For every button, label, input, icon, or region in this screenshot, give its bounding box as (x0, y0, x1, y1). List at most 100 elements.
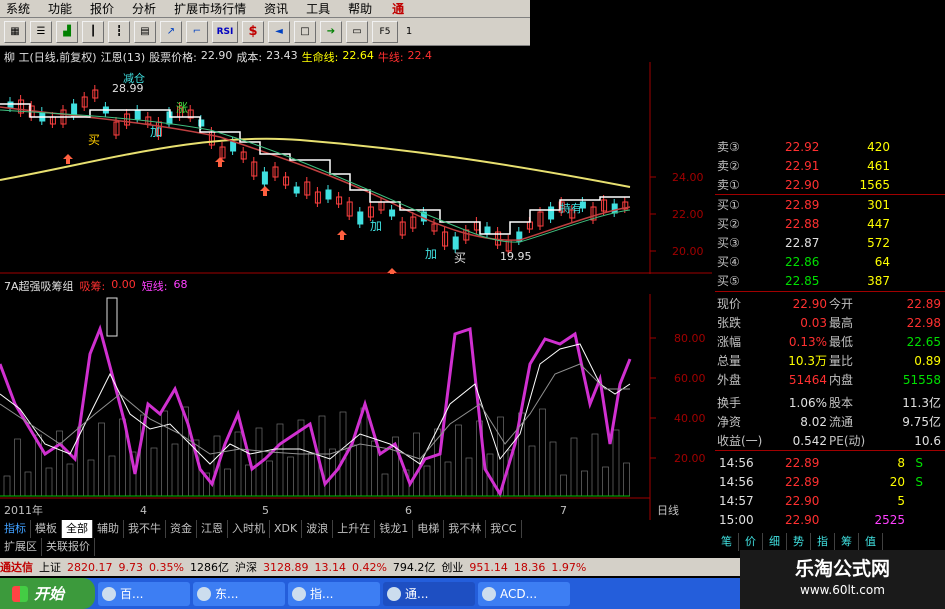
chart-icon[interactable]: ▟ (56, 20, 78, 43)
panel-tab[interactable]: 笔 (715, 533, 739, 551)
order-book-row[interactable]: 卖③ 22.92 420 (715, 138, 945, 157)
menu-tools[interactable]: 工具 (300, 0, 342, 18)
panel-tab[interactable]: 筹 (835, 533, 859, 551)
menu-quote[interactable]: 报价 (84, 0, 126, 18)
rsi-button[interactable]: RSI (212, 20, 238, 43)
forward-icon[interactable]: ➔ (320, 20, 342, 43)
table-icon[interactable]: ▤ (134, 20, 156, 43)
indicator-tab[interactable]: 我CC (486, 520, 522, 538)
menu-accent[interactable]: 通 (386, 0, 416, 18)
f5-button[interactable]: F5 (372, 20, 398, 43)
chart-header: 柳 工(日线,前复权) 江恩(13) 股票价格: 22.90 成本: 23.43… (4, 49, 432, 64)
buy-arrow-icon (260, 186, 270, 196)
start-label: 开始 (34, 585, 65, 603)
menu-help[interactable]: 帮助 (342, 0, 384, 18)
candles-icon[interactable]: ┃ (82, 20, 104, 43)
cy-index: 951.14 (469, 560, 508, 574)
panel-tab[interactable]: 势 (787, 533, 811, 551)
divider (715, 291, 945, 292)
sh-amount: 1286亿 (189, 561, 229, 574)
stat-value: 1.06% (788, 396, 827, 410)
panel-tab[interactable]: 指 (811, 533, 835, 551)
order-price: 22.90 (785, 178, 820, 192)
price-chart[interactable]: 24.00 22.00 20.00 28.99 减仓 买 加 涨 加 加 买 1… (0, 62, 712, 274)
tool-icon[interactable]: ⌐ (186, 20, 208, 43)
life-value: 22.64 (342, 49, 374, 62)
window-icon[interactable]: □ (294, 20, 316, 43)
sz-index: 3128.89 (262, 560, 309, 574)
indicator-tab[interactable]: 钱龙1 (375, 520, 414, 538)
secondary-tab[interactable]: 关联报价 (42, 538, 95, 556)
panel-tab[interactable]: 价 (739, 533, 763, 551)
absorb-label: 吸筹: (79, 280, 106, 293)
hold-label: 持有 (560, 201, 582, 215)
order-book-row[interactable]: 卖① 22.90 1565 (715, 176, 945, 195)
indicator-chart[interactable]: 80.00 60.00 40.00 20.00 2011年 4 5 6 7 日线 (0, 294, 712, 520)
add-label-2: 加 (370, 219, 382, 233)
taskbar-task[interactable]: 东... (193, 581, 285, 606)
order-level: 买⑤ (717, 274, 740, 288)
indicator-tab[interactable]: 波浪 (302, 520, 334, 538)
stat-label: PE(动) (829, 434, 866, 448)
panel-tab[interactable]: 细 (763, 533, 787, 551)
bars-icon[interactable]: ┇ (108, 20, 130, 43)
sub-y-ticks: 80.00 60.00 40.00 20.00 (650, 332, 706, 465)
taskbar-task[interactable]: 指... (288, 581, 380, 606)
menu-extended-market[interactable]: 扩展市场行情 (168, 0, 258, 18)
taskbar-task[interactable]: 百... (98, 581, 190, 606)
page-number: 1 (402, 20, 416, 43)
task-label: ACD... (500, 586, 538, 601)
indicator-tab[interactable]: XDK (270, 520, 303, 538)
menu-info[interactable]: 资讯 (258, 0, 300, 18)
stat-value: 0.542 (792, 434, 827, 448)
period-label[interactable]: 日线 (657, 503, 679, 517)
menu-analysis[interactable]: 分析 (126, 0, 168, 18)
order-price: 22.85 (785, 274, 820, 288)
tick-volume: 8 (897, 456, 905, 470)
indicator-tab[interactable]: 资金 (166, 520, 197, 538)
taskbar-task[interactable]: ACD... (478, 581, 570, 606)
menu-function[interactable]: 功能 (42, 0, 84, 18)
stat-value: 10.3万 (788, 354, 827, 368)
order-book-row[interactable]: 卖② 22.91 461 (715, 157, 945, 176)
stat-label: 股本 (829, 396, 854, 410)
indicator-tabs: 指标 模板 全部 辅助 我不牛 资金 江恩 入时机 XDK 波浪 上升在 钱龙1 电梯 我不林 我CC (0, 520, 712, 538)
menu-system[interactable]: 系统 (0, 0, 42, 18)
indicator-tab[interactable]: 入时机 (228, 520, 270, 538)
stats-row: 张跌 0.03 最高 22.98 (715, 314, 945, 333)
dollar-icon[interactable]: $ (242, 20, 264, 43)
secondary-tab[interactable]: 扩展区 (0, 538, 42, 556)
indicator-tab[interactable]: 模板 (31, 520, 62, 538)
indicator-tab[interactable]: 电梯 (413, 520, 445, 538)
trend-icon[interactable]: ↗ (160, 20, 182, 43)
bull-label: 牛线: (377, 51, 404, 64)
price-value: 22.90 (200, 49, 233, 62)
indicator-tab[interactable]: 辅助 (93, 520, 124, 538)
order-book-row[interactable]: 买② 22.88 447 (715, 215, 945, 234)
indicator-tab[interactable]: 上升在 (333, 520, 376, 538)
indicator-tab[interactable]: 我不牛 (124, 520, 166, 538)
order-book-row[interactable]: 买③ 22.87 572 (715, 234, 945, 253)
order-book-row[interactable]: 买① 22.89 301 (715, 196, 945, 215)
start-button[interactable]: 开始 (0, 578, 95, 609)
order-book-row[interactable]: 买④ 22.86 64 (715, 253, 945, 272)
tick-price: 22.90 (785, 513, 820, 527)
document-icon[interactable]: ▭ (346, 20, 368, 43)
stat-label: 张跌 (717, 316, 742, 330)
indicator-name: 江恩(13) (100, 51, 146, 64)
list-icon[interactable]: ☰ (30, 20, 52, 43)
indicator-tab[interactable]: 全部 (62, 520, 93, 538)
indicator-tab[interactable]: 江恩 (197, 520, 228, 538)
order-book-row[interactable]: 买⑤ 22.85 387 (715, 272, 945, 291)
panel-tab[interactable]: 值 (859, 533, 883, 551)
back-icon[interactable]: ◄ (268, 20, 290, 43)
buy-label-1: 买 (88, 133, 100, 147)
grid-icon[interactable]: ▦ (4, 20, 26, 43)
taskbar-task[interactable]: 通... (383, 581, 475, 606)
indicator-tab[interactable]: 我不林 (444, 520, 487, 538)
reduce-label: 减仓 (123, 71, 145, 85)
sz-amount: 794.2亿 (392, 561, 436, 574)
sh-pct: 0.35% (149, 560, 184, 574)
indicator-tab[interactable]: 指标 (0, 520, 31, 538)
stats-row: 现价 22.90 今开 22.89 (715, 295, 945, 314)
